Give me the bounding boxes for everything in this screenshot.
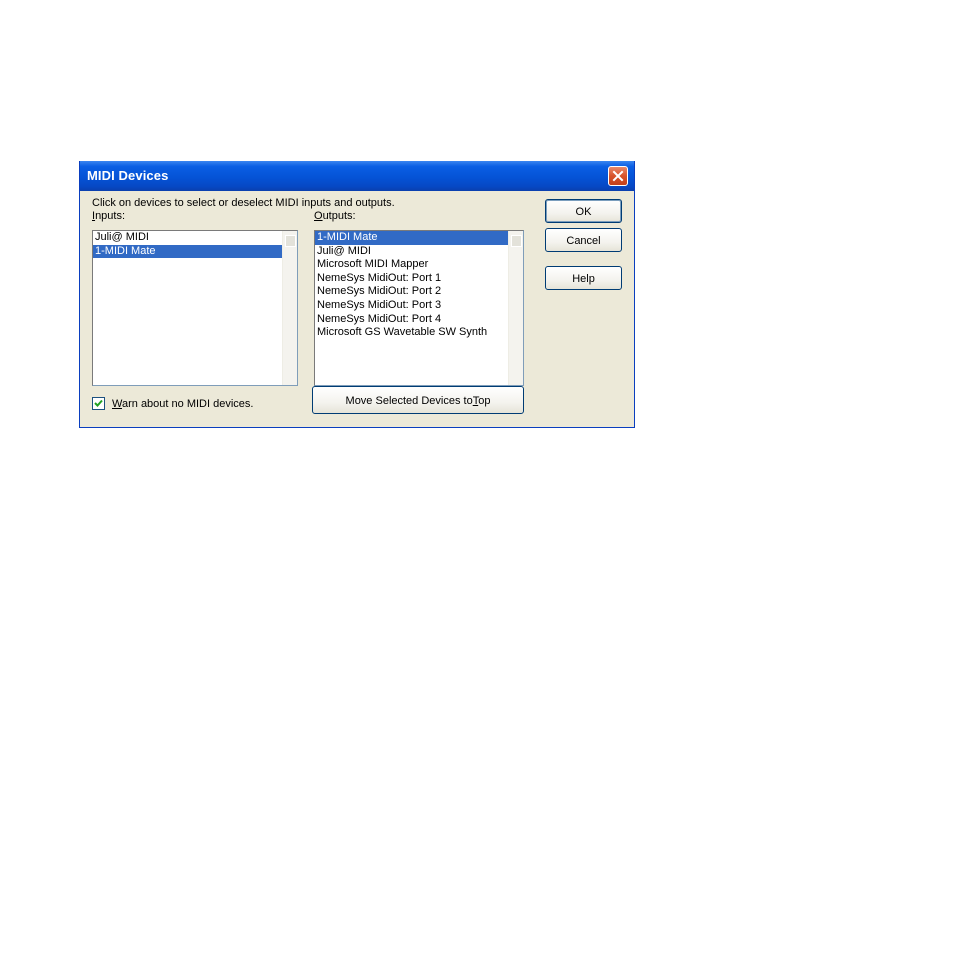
dialog-client-area: Click on devices to select or deselect M… [83,191,631,424]
outputs-label-accel: O [314,210,323,222]
warn-checkbox[interactable] [92,397,105,410]
list-item[interactable]: 1-MIDI Mate [93,244,297,259]
outputs-listbox[interactable]: 1-MIDI Mate Juli@ MIDI Microsoft MIDI Mapp… [314,230,524,386]
list-item[interactable]: NemeSys MidiOut: Port 1 [315,272,523,286]
list-item[interactable]: 1-MIDI Mate [315,231,523,245]
title-bar[interactable]: MIDI Devices [80,161,634,191]
help-button[interactable]: Help [545,266,622,290]
outputs-list-items: 1-MIDI Mate Juli@ MIDI Microsoft MIDI Mapp… [315,231,523,340]
list-item[interactable]: Microsoft MIDI Mapper [315,258,523,272]
window-title: MIDI Devices [87,168,169,183]
midi-devices-dialog: MIDI Devices Click on devices to select … [79,161,635,428]
inputs-label-text: nputs: [95,210,126,222]
inputs-listbox[interactable]: Juli@ MIDI 1-MIDI Mate [92,230,298,386]
cancel-button[interactable]: Cancel [545,228,622,252]
instruction-text: Click on devices to select or deselect M… [92,197,395,209]
inputs-scroll-thumb[interactable] [285,235,296,247]
inputs-label: Inputs: [92,210,125,223]
list-item[interactable]: NemeSys MidiOut: Port 3 [315,299,523,313]
warn-label-accel: W [112,398,122,410]
list-item[interactable]: NemeSys MidiOut: Port 4 [315,313,523,327]
checkmark-icon [94,399,103,407]
move-button-prefix: Move Selected Devices to [345,395,473,407]
move-selected-to-top-button[interactable]: Move Selected Devices to Top [312,386,524,414]
ok-button[interactable]: OK [545,199,622,223]
list-item[interactable]: Juli@ MIDI [93,231,297,245]
list-item[interactable]: Microsoft GS Wavetable SW Synth [315,326,523,340]
list-item[interactable]: NemeSys MidiOut: Port 2 [315,285,523,299]
outputs-scroll-thumb[interactable] [511,235,522,247]
outputs-label: Outputs: [314,210,356,223]
list-item[interactable]: Juli@ MIDI [315,245,523,259]
inputs-list-items: Juli@ MIDI 1-MIDI Mate [93,231,297,259]
inputs-scrollbar[interactable] [282,231,297,385]
warn-label[interactable]: Warn about no MIDI devices. [112,398,253,411]
close-icon [612,170,624,182]
outputs-label-text: utputs: [322,210,356,222]
move-button-suffix: op [478,395,491,407]
outputs-scrollbar[interactable] [508,231,523,385]
warn-label-text: arn about no MIDI devices. [121,398,254,410]
close-button[interactable] [608,166,628,186]
